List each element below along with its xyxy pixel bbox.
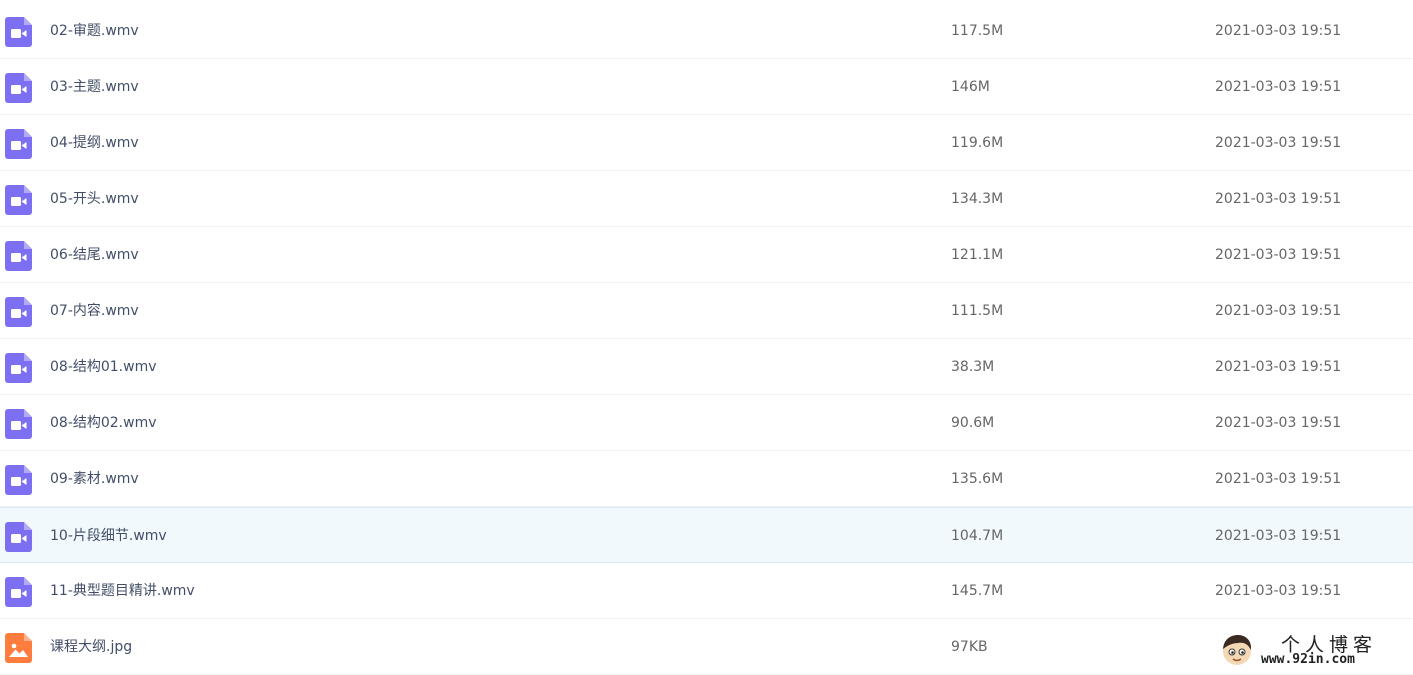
file-size: 111.5M bbox=[951, 303, 1004, 319]
watermark-url: www.92in.com bbox=[1261, 652, 1355, 667]
file-name[interactable]: 09-素材.wmv bbox=[50, 451, 139, 507]
file-size: 38.3M bbox=[951, 359, 995, 375]
file-name[interactable]: 07-内容.wmv bbox=[50, 283, 139, 339]
video-file-icon bbox=[5, 353, 32, 383]
file-modified-date: 2021-03-03 19:51 bbox=[1215, 79, 1342, 95]
file-row[interactable]: 06-结尾.wmv 121.1M 2021-03-03 19:51 bbox=[0, 227, 1413, 283]
file-row[interactable]: 08-结构01.wmv 38.3M 2021-03-03 19:51 bbox=[0, 339, 1413, 395]
file-size: 146M bbox=[951, 79, 990, 95]
file-row[interactable]: 03-主题.wmv 146M 2021-03-03 19:51 bbox=[0, 59, 1413, 115]
file-size: 145.7M bbox=[951, 583, 1004, 599]
file-size: 90.6M bbox=[951, 415, 995, 431]
file-modified-date: 2021-03-03 19:51 bbox=[1215, 247, 1342, 263]
video-file-icon bbox=[5, 297, 32, 327]
video-file-icon bbox=[5, 409, 32, 439]
video-file-icon bbox=[5, 17, 32, 47]
video-file-icon bbox=[5, 73, 32, 103]
file-row[interactable]: 11-典型题目精讲.wmv 145.7M 2021-03-03 19:51 bbox=[0, 563, 1413, 619]
video-file-icon bbox=[5, 241, 32, 271]
file-name[interactable]: 05-开头.wmv bbox=[50, 171, 139, 227]
file-modified-date: 2021-03-03 19:51 bbox=[1215, 191, 1342, 207]
file-size: 119.6M bbox=[951, 135, 1004, 151]
file-row[interactable]: 02-审题.wmv 117.5M 2021-03-03 19:51 bbox=[0, 3, 1413, 59]
file-list: 02-审题.wmv 117.5M 2021-03-03 19:51 03-主题.… bbox=[0, 3, 1413, 675]
file-row[interactable]: 05-开头.wmv 134.3M 2021-03-03 19:51 bbox=[0, 171, 1413, 227]
file-size: 117.5M bbox=[951, 23, 1004, 39]
video-file-icon bbox=[5, 522, 32, 552]
file-name[interactable]: 03-主题.wmv bbox=[50, 59, 139, 115]
file-row[interactable]: 08-结构02.wmv 90.6M 2021-03-03 19:51 bbox=[0, 395, 1413, 451]
file-name[interactable]: 04-提纲.wmv bbox=[50, 115, 139, 171]
file-row[interactable]: 09-素材.wmv 135.6M 2021-03-03 19:51 bbox=[0, 451, 1413, 507]
video-file-icon bbox=[5, 129, 32, 159]
file-modified-date: 2021-03-03 19:51 bbox=[1215, 23, 1342, 39]
video-file-icon bbox=[5, 577, 32, 607]
file-size: 121.1M bbox=[951, 247, 1004, 263]
file-size: 134.3M bbox=[951, 191, 1004, 207]
file-name[interactable]: 08-结构01.wmv bbox=[50, 339, 157, 395]
file-modified-date: 2021-03-03 19:51 bbox=[1215, 528, 1342, 544]
file-name[interactable]: 11-典型题目精讲.wmv bbox=[50, 563, 195, 619]
file-modified-date: 2021-03-03 19:51 bbox=[1215, 303, 1342, 319]
file-row[interactable]: 课程大纲.jpg 97KB bbox=[0, 619, 1413, 675]
file-name[interactable]: 02-审题.wmv bbox=[50, 3, 139, 59]
image-file-icon bbox=[5, 633, 32, 663]
video-file-icon bbox=[5, 465, 32, 495]
video-file-icon bbox=[5, 185, 32, 215]
file-modified-date: 2021-03-03 19:51 bbox=[1215, 471, 1342, 487]
file-name[interactable]: 06-结尾.wmv bbox=[50, 227, 139, 283]
file-modified-date: 2021-03-03 19:51 bbox=[1215, 135, 1342, 151]
file-size: 104.7M bbox=[951, 528, 1004, 544]
file-size: 135.6M bbox=[951, 471, 1004, 487]
cartoon-avatar-icon bbox=[1223, 635, 1252, 665]
file-size: 97KB bbox=[951, 639, 988, 655]
file-row[interactable]: 07-内容.wmv 111.5M 2021-03-03 19:51 bbox=[0, 283, 1413, 339]
file-row-selected[interactable]: 10-片段细节.wmv 104.7M 2021-03-03 19:51 bbox=[0, 507, 1413, 563]
file-modified-date: 2021-03-03 19:51 bbox=[1215, 359, 1342, 375]
blog-watermark: 个人博客 www.92in.com bbox=[1215, 628, 1413, 672]
file-row[interactable]: 04-提纲.wmv 119.6M 2021-03-03 19:51 bbox=[0, 115, 1413, 171]
file-name[interactable]: 08-结构02.wmv bbox=[50, 395, 157, 451]
file-modified-date: 2021-03-03 19:51 bbox=[1215, 415, 1342, 431]
file-modified-date: 2021-03-03 19:51 bbox=[1215, 583, 1342, 599]
file-name[interactable]: 课程大纲.jpg bbox=[50, 619, 132, 675]
file-name[interactable]: 10-片段细节.wmv bbox=[50, 508, 167, 564]
